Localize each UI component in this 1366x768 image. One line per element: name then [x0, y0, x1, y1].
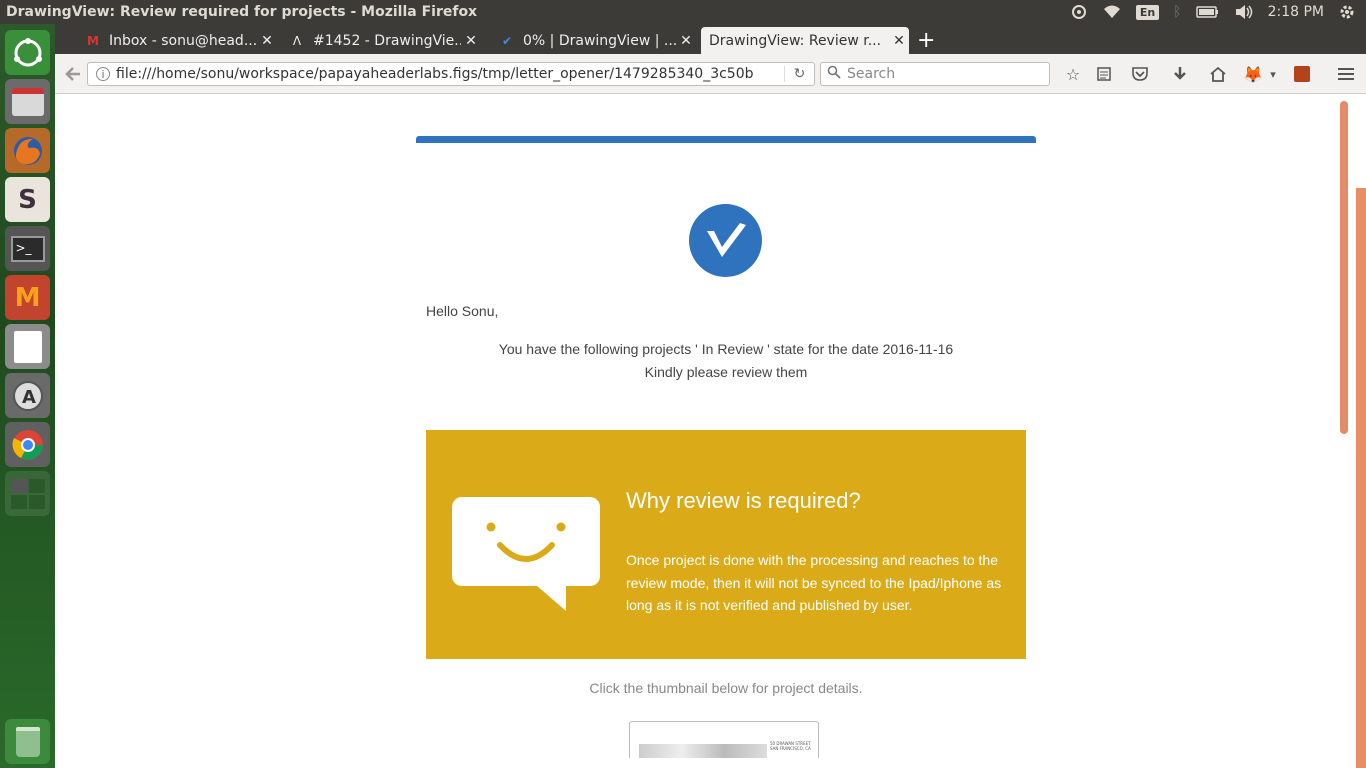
system-settings-icon[interactable] [1338, 3, 1356, 21]
page-scrollbar-thumb[interactable] [1340, 101, 1348, 434]
reading-list-icon[interactable] [1094, 64, 1114, 84]
battery-icon[interactable] [1195, 5, 1220, 19]
files-icon[interactable] [5, 79, 50, 124]
search-input[interactable]: Search [820, 62, 1050, 86]
url-text[interactable]: file:///home/sonu/workspace/papayaheader… [110, 66, 784, 82]
wifi-icon[interactable] [1102, 4, 1122, 20]
email-message-line2: Kindly please review them [644, 364, 808, 380]
navigation-toolbar: i file:///home/sonu/workspace/papayahead… [55, 54, 1366, 94]
desktop-edge [1356, 188, 1366, 768]
email-message-line1: You have the following projects ' In Rev… [498, 341, 954, 357]
system-tray: En ᛒ 2:18 PM [1070, 3, 1366, 21]
svg-text:A: A [22, 387, 36, 408]
terminal-icon[interactable]: >_ [5, 226, 50, 271]
clock[interactable]: 2:18 PM [1268, 4, 1324, 20]
window-title: DrawingView: Review required for project… [6, 4, 478, 20]
extension-ubuntu-icon[interactable] [1292, 64, 1312, 84]
thumbnail-caption: 50 DRAWAN STREET SAN FRANCISCO, CA [770, 741, 811, 751]
extension-fox-icon[interactable]: 🦊 [1243, 64, 1263, 84]
tab-drawingview-review[interactable]: DrawingView: Review r... ✕ [701, 27, 909, 54]
downloads-icon[interactable] [1170, 64, 1190, 84]
email-header-bar [416, 136, 1036, 143]
network-settings-icon[interactable] [1070, 3, 1088, 21]
system-top-bar: DrawingView: Review required for project… [0, 0, 1366, 24]
home-icon[interactable] [1208, 64, 1228, 84]
reload-icon[interactable]: ↻ [784, 66, 814, 82]
callout-title: Why review is required? [626, 488, 861, 513]
chrome-icon[interactable] [5, 422, 50, 467]
gmail-icon: M [87, 33, 99, 48]
text-editor-icon[interactable] [5, 324, 50, 369]
smiley-chat-bubble-icon [452, 497, 600, 611]
unity-launcher: S >_ M A [0, 24, 55, 768]
search-placeholder: Search [847, 66, 896, 82]
callout-text: Once project is done with the processing… [626, 552, 1002, 613]
close-tab-icon[interactable]: ✕ [676, 33, 696, 49]
slack-icon[interactable]: S [5, 177, 50, 222]
bookmark-star-icon[interactable]: ☆ [1063, 64, 1083, 84]
email-greeting: Hello Sonu, [426, 303, 499, 319]
tab-issue-1452[interactable]: Λ #1452 - DrawingVie... ✕ [281, 27, 481, 54]
project-thumbnail[interactable]: 50 DRAWAN STREET SAN FRANCISCO, CA [629, 721, 819, 758]
chevron-down-icon[interactable]: ▾ [1263, 64, 1283, 84]
tracker-icon: Λ [292, 33, 302, 48]
thumbnail-instruction: Click the thumbnail below for project de… [589, 680, 863, 696]
why-review-callout: Why review is required? Once project is … [426, 430, 1026, 659]
pocket-icon[interactable] [1130, 64, 1150, 84]
browser-tab-bar: M Inbox - sonu@head... ✕ Λ #1452 - Drawi… [55, 24, 1366, 54]
site-info-icon[interactable]: i [96, 67, 110, 81]
workspace-switcher-icon[interactable] [5, 471, 50, 516]
mendeley-icon[interactable]: M [5, 275, 50, 320]
menu-hamburger-icon[interactable] [1336, 64, 1356, 84]
thumbnail-image [639, 744, 767, 758]
close-tab-icon[interactable]: ✕ [461, 33, 481, 49]
keyboard-layout-indicator[interactable]: En [1135, 4, 1160, 20]
new-tab-button[interactable]: + [917, 28, 935, 53]
software-updater-icon[interactable]: A [5, 373, 50, 418]
drawingview-check-icon: ✔ [501, 33, 513, 48]
volume-icon[interactable] [1234, 4, 1254, 20]
ubuntu-dash-icon[interactable] [5, 30, 50, 75]
trash-icon[interactable] [5, 719, 50, 764]
drawingview-logo-icon [689, 204, 762, 277]
email-message: You have the following projects ' In Rev… [426, 338, 1026, 384]
email-content: Hello Sonu, You have the following proje… [55, 95, 1338, 758]
close-tab-icon[interactable]: ✕ [257, 33, 277, 49]
tab-drawingview-progress[interactable]: ✔ 0% | DrawingView | ... ✕ [491, 27, 696, 54]
close-tab-icon[interactable]: ✕ [889, 33, 909, 49]
search-icon [821, 65, 847, 83]
back-button[interactable] [63, 64, 83, 84]
bluetooth-icon[interactable]: ᛒ [1173, 4, 1181, 20]
url-bar[interactable]: i file:///home/sonu/workspace/papayahead… [87, 62, 815, 86]
tab-inbox[interactable]: M Inbox - sonu@head... ✕ [77, 27, 277, 54]
firefox-icon[interactable] [5, 128, 50, 173]
